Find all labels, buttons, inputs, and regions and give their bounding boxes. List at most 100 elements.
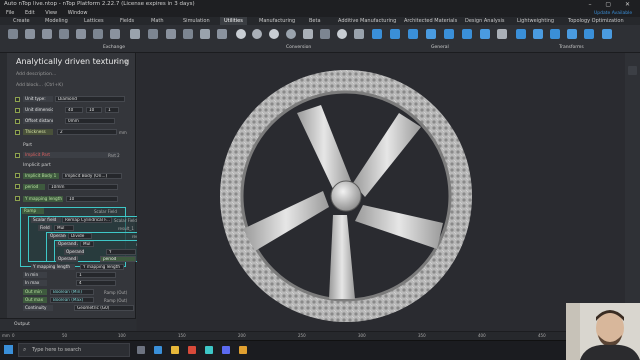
offset-input[interactable]: 0mm	[65, 118, 115, 124]
operand-a-select[interactable]: Mul	[80, 241, 94, 247]
add-description[interactable]: Add description...	[16, 72, 56, 77]
text-icon[interactable]	[183, 29, 193, 39]
tab-manufacturing[interactable]: Manufacturing	[259, 17, 295, 25]
menu-file[interactable]: File	[6, 10, 14, 16]
tab-lattices[interactable]: Lattices	[84, 17, 104, 25]
export-field-icon[interactable]	[110, 29, 120, 39]
tab-architected-materials[interactable]: Architected Materials	[404, 17, 457, 25]
out-max-input[interactable]: Boolean (Max)	[50, 297, 94, 303]
list-reverse-icon[interactable]	[480, 29, 490, 39]
translate-icon[interactable]	[516, 29, 526, 39]
filter-icon[interactable]	[497, 29, 507, 39]
import-points-icon[interactable]	[42, 29, 52, 39]
view-options-icon[interactable]	[628, 66, 637, 75]
in-min-input[interactable]: 1	[76, 272, 116, 278]
task-view-icon[interactable]	[137, 346, 145, 354]
unit-dims-y[interactable]: 10	[86, 107, 102, 113]
rotate-icon[interactable]	[533, 29, 543, 39]
operand-select[interactable]: Divide	[68, 233, 92, 239]
tab-topology-optimization[interactable]: Topology Optimization	[568, 17, 624, 25]
thickness-input[interactable]: 2	[57, 129, 117, 135]
tab-lightweighting[interactable]: Lightweighting	[517, 17, 554, 25]
measure-icon[interactable]	[217, 29, 227, 39]
ntop-icon[interactable]	[205, 346, 213, 354]
update-available-link[interactable]: Update Available	[594, 11, 632, 16]
3d-viewport[interactable]	[137, 53, 625, 331]
taskbar-search-box[interactable]: ⌕ Type here to search	[18, 343, 130, 357]
voxel-convert-icon[interactable]	[286, 29, 296, 39]
import-cad-icon[interactable]	[8, 29, 18, 39]
scalar-field-select[interactable]: Remap Cylindrical F...	[62, 217, 112, 223]
field-select[interactable]: Mul	[54, 225, 74, 231]
tab-utilities[interactable]: Utilities	[220, 17, 247, 25]
implicit-part-checkbox[interactable]	[15, 153, 20, 158]
list-sort-icon[interactable]	[408, 29, 418, 39]
list-length-icon[interactable]	[462, 29, 472, 39]
unit-type-select[interactable]: Diamond	[55, 96, 125, 102]
tab-modeling[interactable]: Modeling	[45, 17, 68, 25]
tab-design-analysis[interactable]: Design Analysis	[465, 17, 504, 25]
tab-additive-manufacturing[interactable]: Additive Manufacturing	[338, 17, 396, 25]
export-mesh-icon[interactable]	[76, 29, 86, 39]
mapping-length-checkbox[interactable]	[15, 196, 20, 201]
cad-convert-icon[interactable]	[303, 29, 313, 39]
unit-dims-checkbox[interactable]	[15, 108, 20, 113]
unit-dims-z[interactable]: 1	[105, 107, 119, 113]
implicit-body-checkbox[interactable]	[15, 173, 20, 178]
implicit-body-select[interactable]: Implicit Body (Ori...)	[62, 173, 122, 179]
box-convert-icon[interactable]	[320, 29, 330, 39]
implicit-part-row[interactable]: Implicit Part	[23, 152, 119, 158]
teams-icon[interactable]	[222, 346, 230, 354]
edge-icon[interactable]	[154, 346, 162, 354]
y-mapping-input[interactable]: Y mapping length	[80, 264, 124, 270]
recorder-icon[interactable]	[188, 346, 196, 354]
align-icon[interactable]	[602, 29, 612, 39]
export-cad-icon[interactable]	[93, 29, 103, 39]
start-icon[interactable]	[4, 345, 13, 354]
mapping-length-input[interactable]: 10	[66, 196, 118, 202]
export-image-icon[interactable]	[130, 29, 140, 39]
out-min-input[interactable]: Boolean (Min)	[50, 289, 94, 295]
export-data-icon[interactable]	[148, 29, 158, 39]
point-convert-icon[interactable]	[337, 29, 347, 39]
scale-icon[interactable]	[550, 29, 560, 39]
import-mesh-icon[interactable]	[25, 29, 35, 39]
continuity-select[interactable]: Geometric (G0)	[74, 305, 134, 311]
thickness-checkbox[interactable]	[15, 130, 20, 135]
tab-fields[interactable]: Fields	[120, 17, 134, 25]
tab-create[interactable]: Create	[13, 17, 30, 25]
period-checkbox[interactable]	[15, 184, 20, 189]
operand-inner-input[interactable]: Y	[106, 249, 136, 255]
mirror-icon[interactable]	[567, 29, 577, 39]
import-image-icon[interactable]	[59, 29, 69, 39]
mesh-convert-icon[interactable]	[252, 29, 262, 39]
window-controls[interactable]: – ▢ ✕	[588, 0, 636, 9]
operand-b-input[interactable]: period	[100, 256, 136, 262]
sphere-convert-icon[interactable]	[236, 29, 246, 39]
output-label[interactable]: Output	[14, 322, 30, 327]
tab-beta[interactable]: Beta	[309, 17, 321, 25]
chrome-icon[interactable]	[239, 346, 247, 354]
list-icon[interactable]	[372, 29, 382, 39]
field-convert-icon[interactable]	[354, 29, 364, 39]
list-filter-icon[interactable]	[390, 29, 400, 39]
in-max-input[interactable]: 4	[76, 280, 116, 286]
unit-dims-x[interactable]: 40	[65, 107, 83, 113]
panel-header-icons[interactable]: ⟲ ⚙	[114, 59, 130, 65]
add-block[interactable]: Add block... (Ctrl+K)	[16, 83, 63, 88]
tab-math[interactable]: Math	[151, 17, 164, 25]
tab-simulation[interactable]: Simulation	[183, 17, 210, 25]
menu-window[interactable]: Window	[68, 10, 88, 16]
offset-checkbox[interactable]	[15, 119, 20, 124]
list-merge-icon[interactable]	[444, 29, 454, 39]
menu-view[interactable]: View	[45, 10, 57, 16]
explorer-icon[interactable]	[171, 346, 179, 354]
list-index-icon[interactable]	[426, 29, 436, 39]
menu-edit[interactable]: Edit	[25, 10, 35, 16]
implicit-convert-icon[interactable]	[269, 29, 279, 39]
transform-icon[interactable]	[584, 29, 594, 39]
export-slices-icon[interactable]	[166, 29, 176, 39]
unit-type-checkbox[interactable]	[15, 97, 20, 102]
grid-icon[interactable]	[200, 29, 210, 39]
period-input[interactable]: 10mm	[48, 184, 118, 190]
